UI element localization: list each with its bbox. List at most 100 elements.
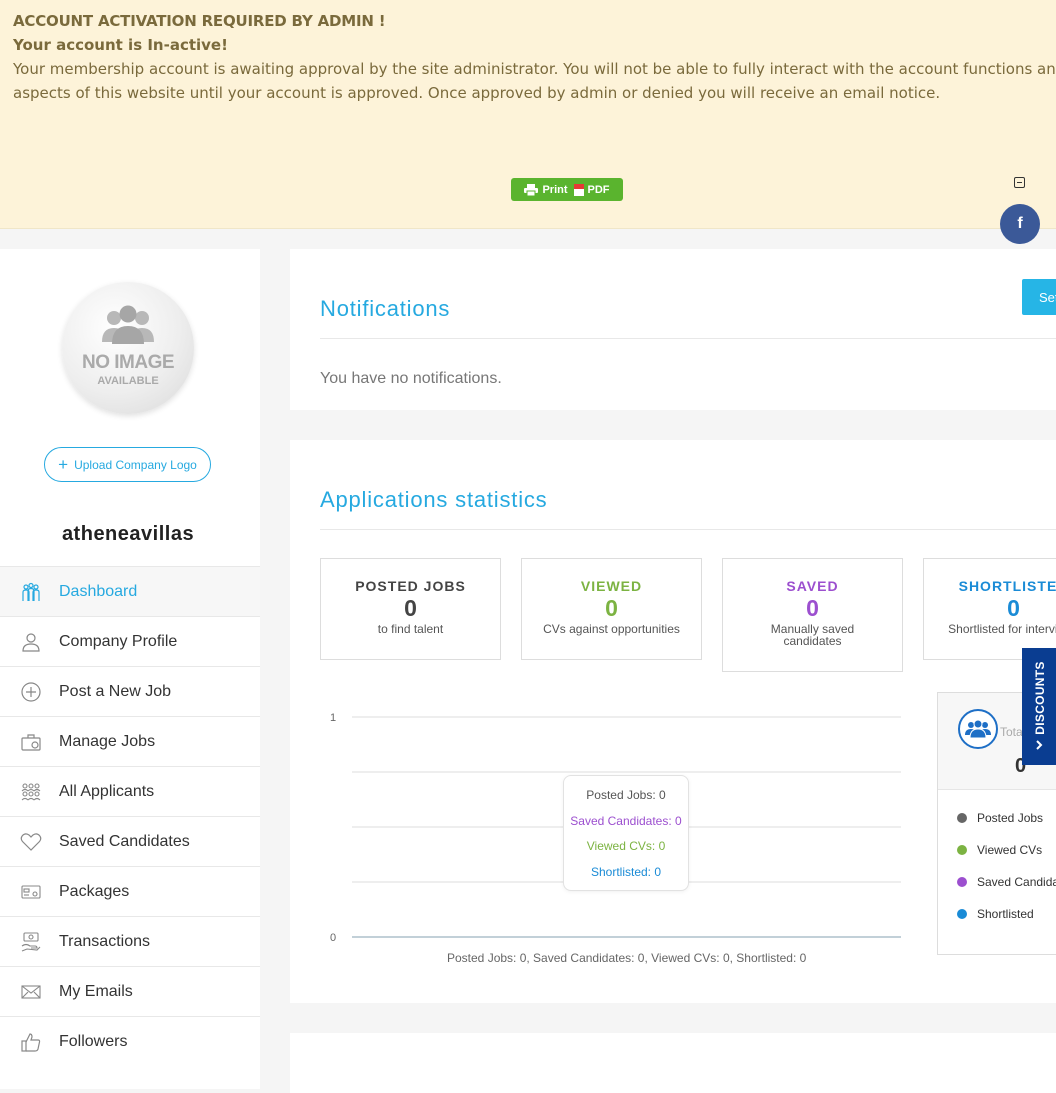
sidebar-item-company-profile[interactable]: Company Profile	[0, 616, 260, 666]
dashboard-icon	[20, 581, 42, 603]
stat-desc: to find talent	[377, 622, 444, 636]
pdf-label: PDF	[587, 183, 610, 196]
plus-icon: +	[58, 455, 69, 474]
tooltip-saved-candidates: Saved Candidates: 0	[570, 813, 682, 828]
legend-label: Shortlisted	[977, 907, 1034, 921]
chevron-right-icon	[1036, 740, 1043, 750]
notifications-title: Notifications	[320, 296, 451, 321]
legend-item-saved-candidates: Saved Candidates	[938, 866, 1056, 898]
stat-label: SHORTLISTED	[958, 578, 1056, 594]
print-pdf-button[interactable]: Print PDF	[511, 178, 623, 201]
statistics-panel: Applications statistics POSTED JOBS 0 to…	[290, 440, 1056, 1003]
collapse-icon[interactable]	[1014, 177, 1025, 188]
sidebar-item-my-emails[interactable]: My Emails	[0, 966, 260, 1016]
stat-value: 0	[605, 595, 618, 621]
sidebar-item-label: Saved Candidates	[59, 832, 190, 850]
chart-caption: Posted Jobs: 0, Saved Candidates: 0, Vie…	[447, 951, 807, 965]
stat-saved: SAVED 0 Manually saved candidates	[722, 558, 903, 672]
tooltip-posted-jobs: Posted Jobs: 0	[586, 788, 666, 802]
stat-label: SAVED	[786, 578, 839, 594]
chart-tooltip: Posted Jobs: 0 Saved Candidates: 0 Viewe…	[563, 775, 689, 891]
no-image-text: NO IMAGE	[81, 352, 175, 373]
envelope-icon	[20, 981, 42, 1003]
sidebar-item-label: Transactions	[59, 932, 150, 950]
legend-label: Viewed CVs	[977, 843, 1043, 857]
package-icon	[20, 881, 42, 903]
sidebar-item-label: Manage Jobs	[59, 732, 156, 750]
legend-dot	[957, 909, 967, 919]
divider	[320, 338, 1056, 339]
stat-value: 0	[806, 595, 819, 621]
sidebar-item-label: Packages	[59, 882, 130, 900]
y-tick-label: 0	[330, 932, 336, 944]
legend-label: Saved Candidates	[977, 875, 1056, 889]
sidebar-item-dashboard[interactable]: Dashboard	[0, 566, 260, 616]
statistics-title: Applications statistics	[320, 487, 548, 512]
stat-label: VIEWED	[580, 578, 643, 594]
transactions-icon	[20, 931, 42, 953]
y-tick-label: 1	[330, 712, 336, 724]
available-text: AVAILABLE	[97, 375, 159, 387]
notifications-panel: Notifications Set You have no notificati…	[290, 249, 1056, 410]
legend-item-viewed-cvs: Viewed CVs	[938, 834, 1056, 866]
sidebar: NO IMAGE AVAILABLE + Upload Company Logo…	[0, 249, 260, 1089]
tooltip-viewed-cvs: Viewed CVs: 0	[586, 839, 666, 853]
stat-shortlisted: SHORTLISTED 0 Shortlisted for interviews	[923, 558, 1056, 660]
stat-desc: Manually saved candidates	[770, 622, 855, 648]
banner-message: Your membership account is awaiting appr…	[13, 60, 1056, 102]
heart-icon	[20, 831, 42, 853]
discounts-tab[interactable]: DISCOUNTS	[1022, 648, 1056, 765]
stat-desc: CVs against opportunities	[543, 622, 680, 636]
banner-title: ACCOUNT ACTIVATION REQUIRED BY ADMIN !	[13, 12, 386, 30]
plus-circle-icon	[20, 681, 42, 703]
facebook-icon[interactable]: f	[1000, 204, 1040, 244]
pdf-icon	[573, 183, 584, 196]
sidebar-item-label: All Applicants	[59, 782, 155, 800]
briefcase-icon	[20, 731, 42, 753]
sidebar-item-label: Company Profile	[59, 632, 178, 650]
no-notifications-text: You have no notifications.	[320, 370, 502, 387]
users-group-icon	[958, 709, 998, 749]
sidebar-item-packages[interactable]: Packages	[0, 866, 260, 916]
upload-logo-label: Upload Company Logo	[74, 457, 197, 472]
legend-item-shortlisted: Shortlisted	[938, 898, 1056, 930]
stat-viewed: VIEWED 0 CVs against opportunities	[521, 558, 702, 660]
legend-dot	[957, 877, 967, 887]
stat-value: 0	[1007, 595, 1020, 621]
company-avatar: NO IMAGE AVAILABLE	[62, 282, 194, 414]
sidebar-item-post-job[interactable]: Post a New Job	[0, 666, 260, 716]
people-placeholder-icon	[102, 305, 154, 344]
print-label: Print	[542, 183, 568, 196]
sidebar-item-all-applicants[interactable]: All Applicants	[0, 766, 260, 816]
legend-item-posted-jobs: Posted Jobs	[938, 802, 1056, 834]
sidebar-item-saved-candidates[interactable]: Saved Candidates	[0, 816, 260, 866]
sidebar-item-label: Post a New Job	[59, 682, 172, 700]
stat-label: POSTED JOBS	[355, 578, 466, 594]
sidebar-item-label: Followers	[59, 1032, 128, 1050]
banner-status: Your account is In-active!	[13, 36, 228, 54]
sidebar-nav: Dashboard Company Profile Post a New Job…	[0, 566, 260, 1066]
legend-label: Posted Jobs	[977, 811, 1044, 825]
upload-logo-button[interactable]: + Upload Company Logo	[44, 447, 211, 482]
activation-banner: ACCOUNT ACTIVATION REQUIRED BY ADMIN ! Y…	[0, 0, 1056, 229]
stat-posted-jobs: POSTED JOBS 0 to find talent	[320, 558, 501, 660]
sidebar-item-label: Dashboard	[59, 582, 138, 600]
bottom-panel	[290, 1033, 1056, 1093]
user-icon	[20, 631, 42, 653]
stat-value: 0	[404, 595, 417, 621]
applicants-icon	[20, 781, 42, 803]
settings-button[interactable]: Set	[1022, 279, 1056, 315]
sidebar-item-label: My Emails	[59, 982, 133, 1000]
tooltip-shortlisted: Shortlisted: 0	[590, 864, 662, 879]
printer-icon	[524, 183, 539, 196]
company-name: atheneavillas	[61, 523, 195, 545]
stat-desc: Shortlisted for interviews	[948, 622, 1056, 636]
thumbs-up-icon	[20, 1031, 42, 1053]
legend-dot	[957, 813, 967, 823]
legend-dot	[957, 845, 967, 855]
discounts-label: DISCOUNTS	[1033, 661, 1047, 735]
divider	[320, 529, 1056, 530]
sidebar-item-transactions[interactable]: Transactions	[0, 916, 260, 966]
sidebar-item-followers[interactable]: Followers	[0, 1016, 260, 1066]
sidebar-item-manage-jobs[interactable]: Manage Jobs	[0, 716, 260, 766]
